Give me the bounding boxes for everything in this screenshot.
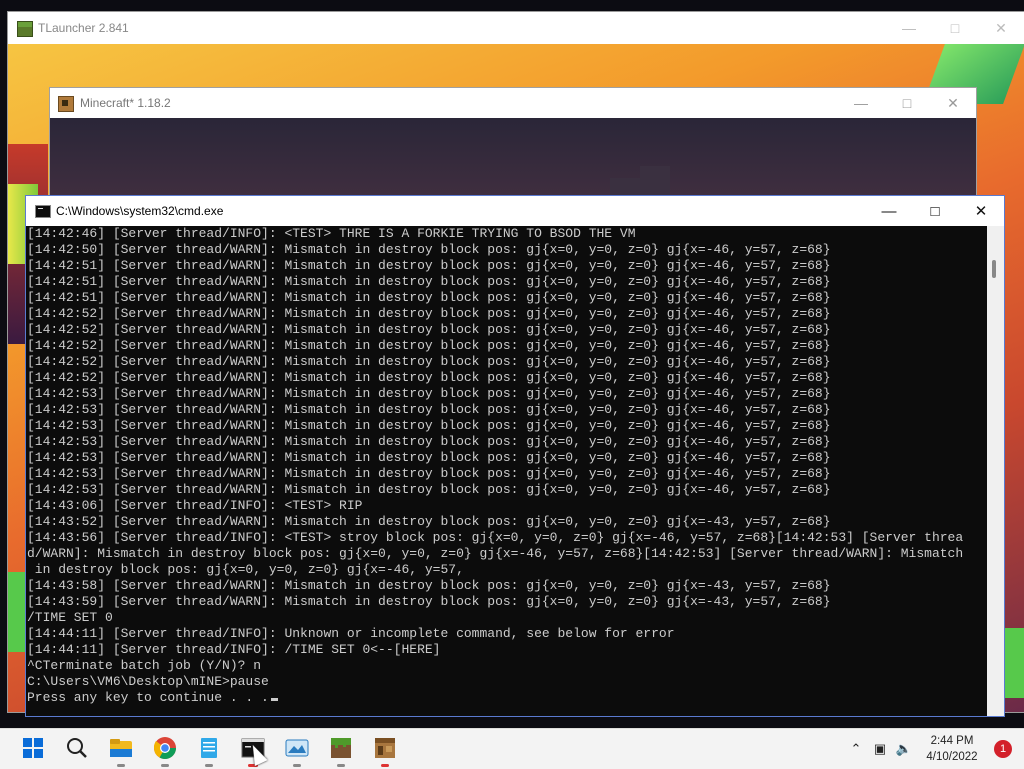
chevron-up-icon[interactable]: ⌃ [844, 729, 868, 769]
console-line: C:\Users\VM6\Desktop\mINE>pause [27, 674, 269, 689]
console-line: [14:42:53] [Server thread/WARN]: Mismatc… [27, 434, 831, 449]
notepad-icon[interactable] [194, 733, 224, 767]
clock-date: 4/10/2022 [926, 751, 978, 763]
crafting-table-icon[interactable] [370, 733, 400, 767]
terminal-icon [35, 205, 51, 218]
console-line: [14:43:06] [Server thread/INFO]: <TEST> … [27, 498, 363, 513]
console-line: [14:42:52] [Server thread/WARN]: Mismatc… [27, 306, 831, 321]
console-line: [14:42:53] [Server thread/WARN]: Mismatc… [27, 450, 831, 465]
network-icon[interactable]: ▣ [868, 729, 892, 769]
clock-time: 2:44 PM [930, 735, 974, 747]
volume-icon[interactable]: 🔈 [892, 729, 916, 769]
console-line: [14:42:53] [Server thread/WARN]: Mismatc… [27, 402, 831, 417]
console-line: in destroy block pos: gj{x=0, y=0, z=0} … [27, 562, 464, 577]
console-line: [14:43:52] [Server thread/WARN]: Mismatc… [27, 514, 831, 529]
cmd-title: C:\Windows\system32\cmd.exe [56, 204, 224, 218]
tlauncher-title: TLauncher 2.841 [38, 21, 129, 35]
photos-icon[interactable] [282, 733, 312, 767]
search-icon[interactable] [62, 733, 92, 763]
minecraft-close-button[interactable]: ✕ [930, 88, 976, 118]
console-line: [14:44:11] [Server thread/INFO]: /TIME S… [27, 642, 441, 657]
running-indicator [293, 764, 301, 767]
console-output-area[interactable]: [14:42:46] [Server thread/INFO]: <TEST> … [26, 226, 987, 716]
running-indicator [205, 764, 213, 767]
minecraft-minimize-button[interactable]: — [838, 88, 884, 118]
console-line: [14:42:51] [Server thread/WARN]: Mismatc… [27, 274, 831, 289]
console-line: [14:43:56] [Server thread/INFO]: <TEST> … [27, 530, 964, 545]
chrome-icon[interactable] [150, 733, 180, 767]
console-line: [14:42:51] [Server thread/WARN]: Mismatc… [27, 290, 831, 305]
console-line: [14:42:52] [Server thread/WARN]: Mismatc… [27, 338, 831, 353]
tlauncher-close-button[interactable]: ✕ [978, 12, 1024, 44]
scrollbar-thumb[interactable] [992, 260, 996, 278]
running-indicator [381, 764, 389, 767]
taskbar: ⌃ ▣ 🔈 2:44 PM 4/10/2022 1 [0, 728, 1024, 769]
console-line: [14:42:53] [Server thread/WARN]: Mismatc… [27, 386, 831, 401]
console-line: [14:42:46] [Server thread/INFO]: <TEST> … [27, 226, 636, 241]
console-text: [14:42:46] [Server thread/INFO]: <TEST> … [27, 226, 987, 706]
terrain-block [640, 166, 670, 178]
cmd-close-button[interactable]: ✕ [958, 196, 1004, 226]
folder-icon[interactable] [106, 733, 136, 767]
console-line: [14:42:52] [Server thread/WARN]: Mismatc… [27, 354, 831, 369]
minecraft-titlebar[interactable]: Minecraft* 1.18.2 — □ ✕ [50, 88, 976, 118]
console-line: d/WARN]: Mismatch in destroy block pos: … [27, 546, 964, 561]
console-line: [14:42:52] [Server thread/WARN]: Mismatc… [27, 370, 831, 385]
cmd-titlebar[interactable]: C:\Windows\system32\cmd.exe — □ ✕ [26, 196, 1004, 226]
tlauncher-icon [17, 21, 33, 37]
running-indicator [117, 764, 125, 767]
console-scrollbar[interactable] [987, 226, 1004, 716]
console-line: [14:42:53] [Server thread/WARN]: Mismatc… [27, 418, 831, 433]
console-line: ^CTerminate batch job (Y/N)? n [27, 658, 262, 673]
notification-badge[interactable]: 1 [994, 740, 1012, 758]
grass-block-icon[interactable] [326, 733, 356, 767]
console-line: /TIME SET 0 [27, 610, 113, 625]
console-line: [14:44:11] [Server thread/INFO]: Unknown… [27, 626, 675, 641]
tlauncher-minimize-button[interactable]: — [886, 12, 932, 44]
console-line: [14:42:52] [Server thread/WARN]: Mismatc… [27, 322, 831, 337]
text-cursor [270, 698, 278, 701]
tlauncher-maximize-button[interactable]: □ [932, 12, 978, 44]
console-line: [14:42:53] [Server thread/WARN]: Mismatc… [27, 482, 831, 497]
cmd-minimize-button[interactable]: — [866, 196, 912, 226]
running-indicator [337, 764, 345, 767]
minecraft-maximize-button[interactable]: □ [884, 88, 930, 118]
clock[interactable]: 2:44 PM 4/10/2022 [916, 733, 988, 765]
cmd-maximize-button[interactable]: □ [912, 196, 958, 226]
system-tray: ⌃ ▣ 🔈 2:44 PM 4/10/2022 1 [844, 729, 1024, 769]
minecraft-title: Minecraft* 1.18.2 [80, 96, 171, 110]
console-line: [14:43:59] [Server thread/WARN]: Mismatc… [27, 594, 831, 609]
console-line: Press any key to continue . . . [27, 690, 987, 706]
tlauncher-titlebar[interactable]: TLauncher 2.841 — □ ✕ [8, 12, 1024, 44]
console-line: [14:42:51] [Server thread/WARN]: Mismatc… [27, 258, 831, 273]
console-line: [14:42:50] [Server thread/WARN]: Mismatc… [27, 242, 831, 257]
windows-logo-icon[interactable] [18, 733, 48, 763]
console-line: [14:42:53] [Server thread/WARN]: Mismatc… [27, 466, 831, 481]
running-indicator [161, 764, 169, 767]
console-line: [14:43:58] [Server thread/WARN]: Mismatc… [27, 578, 831, 593]
crafting-table-icon [58, 96, 74, 112]
cmd-window[interactable]: C:\Windows\system32\cmd.exe — □ ✕ [14:42… [26, 196, 1004, 716]
terrain-block [610, 178, 670, 196]
